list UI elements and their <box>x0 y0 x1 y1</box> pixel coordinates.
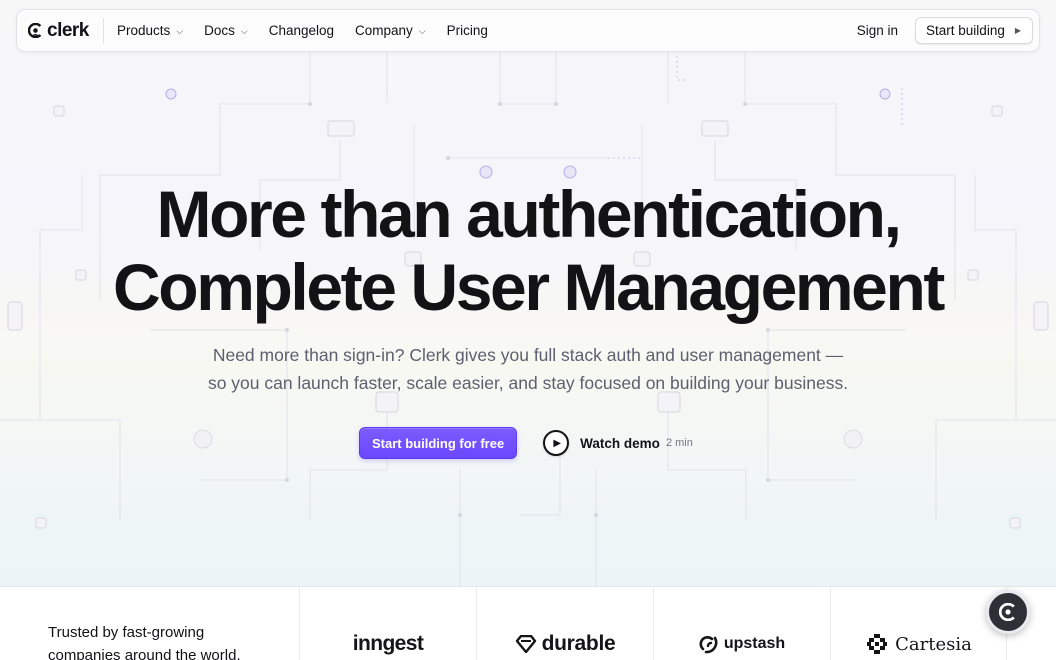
hero-subtitle-line1: Need more than sign-in? Clerk gives you … <box>212 345 844 365</box>
chat-launcher-button[interactable] <box>986 590 1030 634</box>
watch-demo-button[interactable]: ▶ Watch demo 2 min <box>543 430 693 456</box>
upstash-icon <box>699 636 718 654</box>
durable-diamond-icon <box>515 635 536 653</box>
chevron-down-icon: ⌵ <box>176 26 184 36</box>
trusted-by-line1: Trusted by fast-growing <box>48 624 205 641</box>
brand-name: inngest <box>352 632 424 655</box>
hero-title-line2: Complete User Management <box>113 250 945 324</box>
play-triangle-icon: ▶ <box>1014 26 1021 35</box>
chevron-down-icon: ⌵ <box>240 26 248 36</box>
chevron-down-icon: ⌵ <box>418 26 426 36</box>
nav-item-label: Products <box>117 23 171 38</box>
sign-in-link[interactable]: Sign in <box>857 23 898 38</box>
brand-logo-upstash: upstash <box>654 629 830 659</box>
trusted-by-line2: companies around the world. <box>48 647 241 660</box>
brand-name: durable <box>541 632 616 655</box>
watch-demo-label: Watch demo <box>580 435 660 451</box>
nav-item-label: Changelog <box>268 23 335 38</box>
hero-subtitle: Need more than sign-in? Clerk gives you … <box>0 341 1056 397</box>
trusted-by-text: Trusted by fast-growing companies around… <box>48 621 268 660</box>
nav-item-label: Company <box>355 23 413 38</box>
hero-subtitle-line2: so you can launch faster, scale easier, … <box>207 373 849 393</box>
hero-cta-row: Start building for free ▶ Watch demo 2 m… <box>359 427 693 459</box>
top-navigation: clerk Products ⌵ Docs ⌵ Changelog Compan… <box>16 9 1040 52</box>
logo-text: clerk <box>47 19 89 41</box>
start-building-label: Start building <box>926 23 1005 38</box>
cartesia-icon <box>867 634 888 654</box>
brand-name: Cartesia <box>895 633 972 655</box>
clerk-logo[interactable]: clerk <box>17 20 103 42</box>
nav-item-changelog[interactable]: Changelog <box>269 23 334 38</box>
nav-item-products[interactable]: Products ⌵ <box>117 23 183 38</box>
hero-title-line1: More than authentication, <box>156 177 901 251</box>
start-building-free-button[interactable]: Start building for free <box>359 427 518 459</box>
nav-item-pricing[interactable]: Pricing <box>447 23 488 38</box>
nav-divider <box>103 17 104 44</box>
nav-item-docs[interactable]: Docs ⌵ <box>204 23 248 38</box>
start-building-button[interactable]: Start building ▶ <box>915 17 1033 44</box>
trusted-by-section: Trusted by fast-growing companies around… <box>0 586 1056 660</box>
play-icon: ▶ <box>543 430 570 456</box>
hero-title: More than authentication, Complete User … <box>0 178 1056 324</box>
brand-name: upstash <box>723 635 786 652</box>
brand-logo-cartesia: Cartesia <box>831 629 1007 659</box>
nav-item-label: Docs <box>204 23 235 38</box>
brand-logo-inngest: inngest <box>300 629 476 659</box>
clerk-logo-icon <box>28 23 42 38</box>
nav-actions: Sign in Start building ▶ <box>857 17 1039 44</box>
brand-logo-durable: durable <box>477 629 653 659</box>
nav-item-label: Pricing <box>446 23 488 38</box>
chat-launcher-icon <box>999 603 1015 621</box>
nav-item-company[interactable]: Company ⌵ <box>355 23 426 38</box>
demo-duration: 2 min <box>665 437 693 449</box>
